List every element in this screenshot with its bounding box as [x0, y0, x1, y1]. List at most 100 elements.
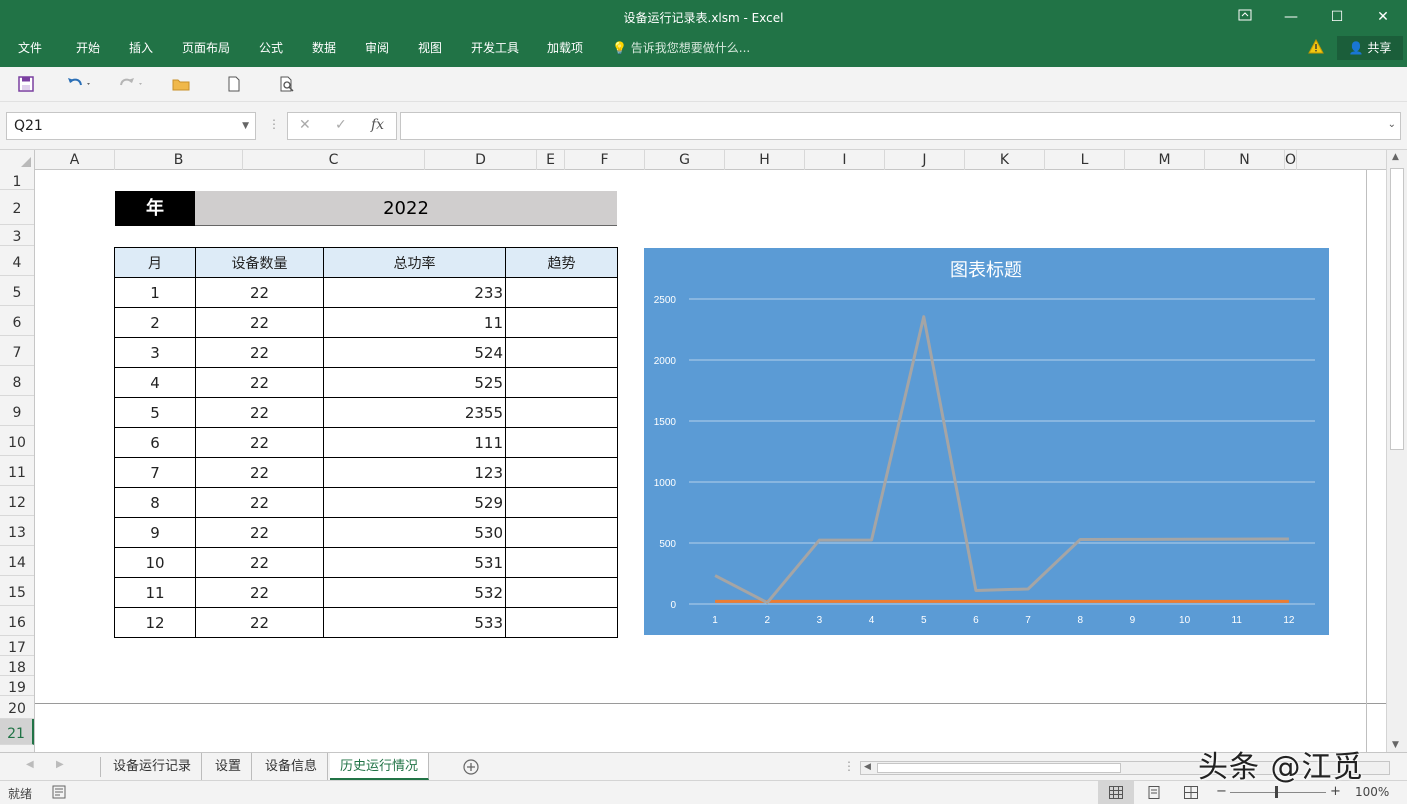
row-header-3[interactable]: 3 [0, 225, 34, 246]
trend-cell[interactable] [505, 397, 618, 428]
page-break-view-icon[interactable] [1184, 786, 1198, 802]
zoom-slider-thumb[interactable] [1275, 786, 1278, 798]
scroll-up-icon[interactable]: ▲ [1392, 152, 1399, 162]
tab-developer[interactable]: 开发工具 [471, 38, 519, 58]
tab-insert[interactable]: 插入 [129, 38, 153, 58]
row-header-5[interactable]: 5 [0, 276, 34, 306]
year-value[interactable]: 2022 [195, 191, 617, 226]
tab-view[interactable]: 视图 [418, 38, 442, 58]
column-header-m[interactable]: M [1125, 150, 1205, 170]
quantity-cell[interactable]: 22 [195, 607, 324, 638]
scroll-left-icon[interactable]: ◀ [864, 762, 871, 772]
tab-add-ins[interactable]: 加载项 [547, 38, 583, 58]
power-cell[interactable]: 533 [323, 607, 506, 638]
power-cell[interactable]: 531 [323, 547, 506, 578]
share-button[interactable]: 👤 共享 [1337, 36, 1403, 60]
power-cell[interactable]: 2355 [323, 397, 506, 428]
tell-me-search[interactable]: 💡 告诉我您想要做什么... [612, 38, 750, 58]
power-cell[interactable]: 532 [323, 577, 506, 608]
column-header-a[interactable]: A [35, 150, 115, 170]
column-header-g[interactable]: G [645, 150, 725, 170]
column-header-o[interactable]: O [1285, 150, 1298, 170]
scroll-down-icon[interactable]: ▼ [1392, 740, 1399, 750]
row-header-21[interactable]: 21 [0, 719, 34, 745]
minimize-button[interactable]: — [1268, 0, 1314, 34]
month-cell[interactable]: 4 [114, 367, 196, 398]
row-header-18[interactable]: 18 [0, 656, 34, 676]
formula-input[interactable]: ⌄ [400, 112, 1401, 140]
line-chart[interactable]: 图表标题 0 500 1000 1500 2000 2500 1 2 3 4 5 6 7 8 9 10 11 1… [644, 248, 1329, 635]
trend-cell[interactable] [505, 577, 618, 608]
add-sheet-icon[interactable] [463, 759, 479, 778]
quantity-cell[interactable]: 22 [195, 427, 324, 458]
row-header-17[interactable]: 17 [0, 636, 34, 656]
tab-scroll-left-icon[interactable]: ◀ [26, 759, 34, 770]
trend-cell[interactable] [505, 607, 618, 638]
tab-formulas[interactable]: 公式 [259, 38, 283, 58]
quantity-cell[interactable]: 22 [195, 397, 324, 428]
save-icon[interactable] [17, 75, 35, 93]
close-button[interactable]: ✕ [1360, 0, 1406, 34]
row-header-6[interactable]: 6 [0, 306, 34, 336]
column-header-f[interactable]: F [565, 150, 645, 170]
row-header-16[interactable]: 16 [0, 606, 34, 636]
month-cell[interactable]: 8 [114, 487, 196, 518]
header-month[interactable]: 月 [114, 247, 196, 278]
redo-icon[interactable] [118, 75, 142, 93]
vertical-scroll-thumb[interactable] [1390, 168, 1404, 450]
quantity-cell[interactable]: 22 [195, 307, 324, 338]
trend-cell[interactable] [505, 487, 618, 518]
header-trend[interactable]: 趋势 [505, 247, 618, 278]
expand-formula-icon[interactable]: ⌄ [1388, 119, 1396, 130]
column-header-e[interactable]: E [537, 150, 565, 170]
horizontal-scroll-thumb[interactable] [877, 763, 1121, 773]
row-header-19[interactable]: 19 [0, 676, 34, 696]
warning-icon[interactable] [1308, 38, 1324, 57]
trend-cell[interactable] [505, 337, 618, 368]
month-cell[interactable]: 9 [114, 517, 196, 548]
month-cell[interactable]: 3 [114, 337, 196, 368]
header-power[interactable]: 总功率 [323, 247, 506, 278]
column-header-j[interactable]: J [885, 150, 965, 170]
quantity-cell[interactable]: 22 [195, 457, 324, 488]
month-cell[interactable]: 1 [114, 277, 196, 308]
open-folder-icon[interactable] [172, 75, 190, 93]
column-header-l[interactable]: L [1045, 150, 1125, 170]
row-header-15[interactable]: 15 [0, 576, 34, 606]
column-header-c[interactable]: C [243, 150, 425, 170]
power-cell[interactable]: 530 [323, 517, 506, 548]
row-header-4[interactable]: 4 [0, 246, 34, 276]
column-header-h[interactable]: H [725, 150, 805, 170]
zoom-in-icon[interactable]: + [1330, 784, 1341, 799]
power-cell[interactable]: 123 [323, 457, 506, 488]
row-header-9[interactable]: 9 [0, 396, 34, 426]
power-cell[interactable]: 11 [323, 307, 506, 338]
month-cell[interactable]: 12 [114, 607, 196, 638]
trend-cell[interactable] [505, 457, 618, 488]
power-cell[interactable]: 111 [323, 427, 506, 458]
row-header-14[interactable]: 14 [0, 546, 34, 576]
column-header-i[interactable]: I [805, 150, 885, 170]
trend-cell[interactable] [505, 307, 618, 338]
macro-record-icon[interactable] [52, 785, 66, 802]
power-cell[interactable]: 529 [323, 487, 506, 518]
month-cell[interactable]: 5 [114, 397, 196, 428]
page-layout-view-icon[interactable] [1147, 786, 1161, 802]
quantity-cell[interactable]: 22 [195, 367, 324, 398]
row-header-7[interactable]: 7 [0, 336, 34, 366]
trend-cell[interactable] [505, 517, 618, 548]
confirm-icon[interactable]: ✓ [335, 117, 347, 133]
quantity-cell[interactable]: 22 [195, 517, 324, 548]
month-cell[interactable]: 2 [114, 307, 196, 338]
row-header-1[interactable]: 1 [0, 170, 34, 190]
trend-cell[interactable] [505, 547, 618, 578]
row-header-8[interactable]: 8 [0, 366, 34, 396]
month-cell[interactable]: 10 [114, 547, 196, 578]
tab-split-handle[interactable]: ⋮ [843, 759, 855, 773]
ribbon-display-icon[interactable] [1222, 0, 1268, 34]
power-cell[interactable]: 525 [323, 367, 506, 398]
column-header-n[interactable]: N [1205, 150, 1285, 170]
select-all-corner[interactable] [0, 150, 35, 170]
zoom-level[interactable]: 100% [1355, 785, 1389, 799]
year-label[interactable]: 年 [115, 191, 195, 226]
